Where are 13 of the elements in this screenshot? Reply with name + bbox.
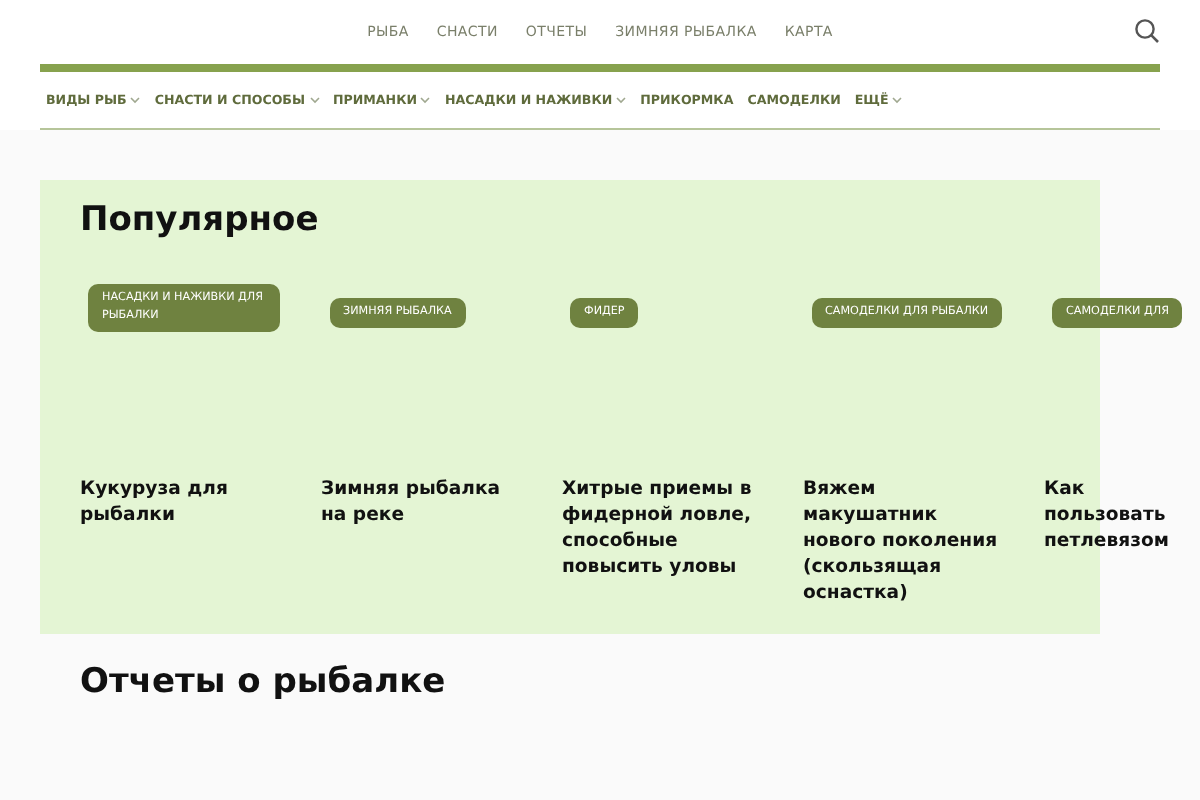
caret-icon — [309, 96, 319, 104]
caret-icon — [130, 96, 141, 104]
article-title[interactable]: Хитрые приемы в фидерной ловле, способные повысить уловы — [562, 476, 762, 581]
caret-icon — [892, 96, 903, 104]
section-heading: Популярное — [80, 200, 321, 240]
article-title[interactable]: Кукуруза для рыбалки — [80, 476, 280, 529]
caret-icon — [420, 96, 431, 104]
caret-icon — [616, 96, 627, 104]
article-title[interactable]: Зимняя рыбалка на реке — [321, 476, 521, 529]
article-title[interactable]: Как пользовать петлевязом — [1044, 476, 1200, 555]
search-icon[interactable] — [1134, 18, 1160, 44]
section-heading: Отчеты о рыбалке — [80, 662, 448, 702]
article-title[interactable]: Вяжем макушатник нового поколения (скользящая оснастка) — [803, 476, 1003, 607]
